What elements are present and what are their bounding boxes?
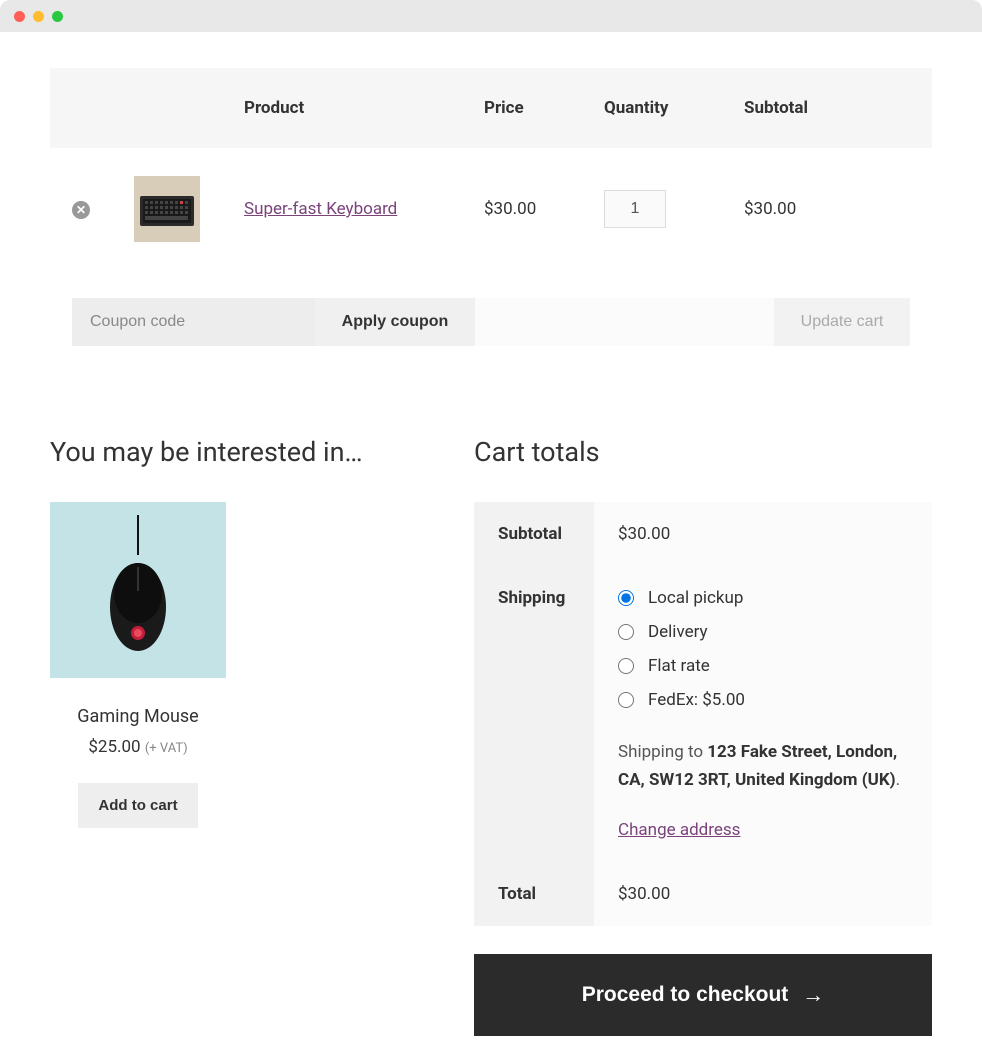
header-quantity: Quantity [582,68,722,148]
quantity-input[interactable] [604,190,666,228]
shipping-option-label: Local pickup [648,588,743,608]
shipping-radio[interactable] [618,590,634,606]
coupon-code-input[interactable] [72,298,315,346]
shipping-radio[interactable] [618,658,634,674]
cart-totals-table: Subtotal $30.00 Shipping Local pickup Del… [474,502,932,926]
apply-coupon-button[interactable]: Apply coupon [315,298,475,346]
change-address-link[interactable]: Change address [618,820,740,840]
close-icon: ✕ [76,203,86,217]
vat-suffix: (+ VAT) [145,741,188,756]
product-price: $30.00 [462,148,582,270]
subtotal-value: $30.00 [594,502,932,566]
spacer [475,298,774,346]
product-name-link[interactable]: Super-fast Keyboard [244,199,397,219]
cart-totals-heading: Cart totals [474,436,932,468]
subtotal-label: Subtotal [474,502,594,566]
close-window-icon[interactable] [14,11,25,22]
header-product: Product [222,68,462,148]
shipping-option-label: Flat rate [648,656,710,676]
product-thumbnail[interactable] [134,176,200,242]
related-product-image[interactable] [50,502,226,678]
minimize-window-icon[interactable] [33,11,44,22]
shipping-to-prefix: Shipping to [618,742,707,762]
total-value: $30.00 [594,862,932,926]
shipping-option: Flat rate [618,656,908,676]
product-subtotal: $30.00 [722,148,932,270]
total-label: Total [474,862,594,926]
header-subtotal: Subtotal [722,68,932,148]
remove-item-button[interactable]: ✕ [72,201,90,219]
shipping-radio[interactable] [618,624,634,640]
add-to-cart-button[interactable]: Add to cart [78,783,197,828]
shipping-destination: Shipping to 123 Fake Street, London, CA,… [618,738,908,794]
shipping-options-list: Local pickup Delivery Flat rate FedEx: $5.0… [618,588,908,710]
arrow-right-icon: → [802,982,824,1008]
related-product-card: Gaming Mouse $25.00 (+ VAT) Add to cart [50,502,226,828]
shipping-option-label: Delivery [648,622,708,642]
related-product-price: $25.00 (+ VAT) [50,737,226,757]
shipping-label: Shipping [474,566,594,862]
shipping-option: Delivery [618,622,908,642]
cart-row: ✕ [50,148,932,270]
related-product-name: Gaming Mouse [50,706,226,727]
interested-heading: You may be interested in… [50,436,440,468]
cart-table: Product Price Quantity Subtotal ✕ [50,68,932,374]
checkout-label: Proceed to checkout [582,983,789,1007]
price-value: $25.00 [88,737,140,757]
header-price: Price [462,68,582,148]
shipping-radio[interactable] [618,692,634,708]
header-remove [50,68,112,148]
maximize-window-icon[interactable] [52,11,63,22]
shipping-option-label: FedEx: $5.00 [648,690,745,710]
shipping-option: FedEx: $5.00 [618,690,908,710]
update-cart-button[interactable]: Update cart [774,298,910,346]
shipping-to-suffix: . [896,770,900,790]
shipping-option: Local pickup [618,588,908,608]
window-titlebar [0,0,982,32]
header-thumb [112,68,222,148]
cart-actions-bar: Apply coupon Update cart [72,298,910,346]
